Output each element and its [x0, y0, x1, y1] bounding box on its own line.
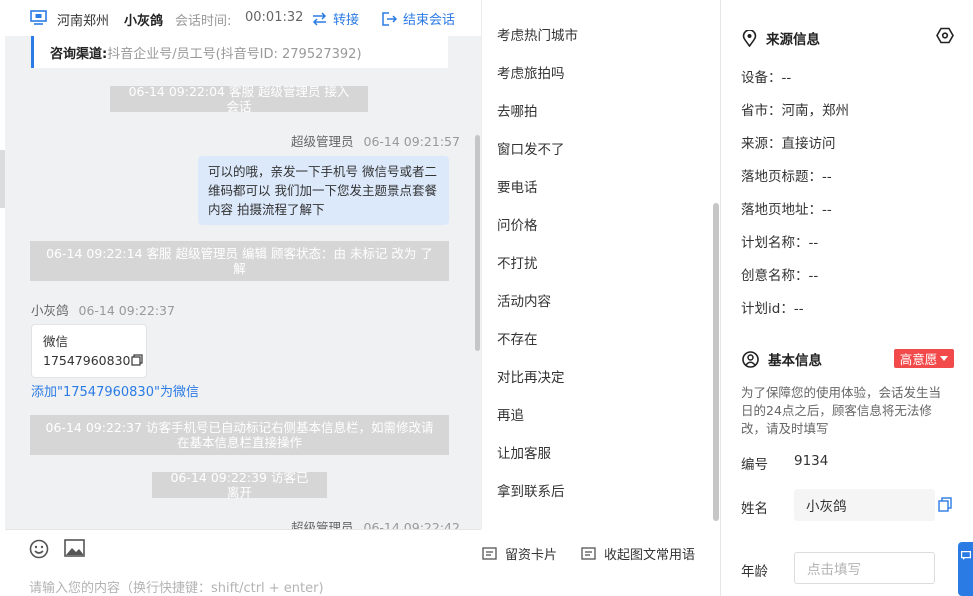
- intent-tag-label: 高意愿: [899, 352, 938, 367]
- agent-name: 超级管理员: [291, 520, 354, 529]
- source-origin: 来源：直接访问: [741, 136, 836, 152]
- basic-info-header: 基本信息: [742, 349, 822, 369]
- collapse-icon: [581, 547, 596, 560]
- phrase-item[interactable]: 考虑旅拍吗: [497, 62, 565, 82]
- image-icon[interactable]: [64, 539, 85, 561]
- edit-notice: 为了保障您的使用体验，会话发生当日的24点之后，顾客信息将无法修改，请及时填写: [741, 385, 942, 436]
- landing-page-url: 落地页地址：--: [741, 202, 832, 218]
- consult-channel-card: 咨询渠道: 抖音企业号/员工号(抖音号ID: 279527392): [31, 36, 448, 68]
- phrase-item[interactable]: 再追: [497, 404, 524, 424]
- phrase-item[interactable]: 窗口发不了: [497, 138, 565, 158]
- plan-name: 计划名称：--: [741, 235, 819, 251]
- phrase-item[interactable]: 要电话: [497, 176, 538, 196]
- name-field-value: 小灰鸽: [806, 499, 847, 515]
- transfer-icon: [312, 11, 327, 26]
- phrase-item[interactable]: 问价格: [497, 214, 538, 234]
- settings-hex-icon[interactable]: [936, 27, 954, 48]
- caret-down-icon: [940, 356, 949, 361]
- chat-scrollbar[interactable]: [475, 135, 480, 351]
- consult-channel-label: 咨询渠道:: [50, 46, 108, 62]
- wechat-card-title: 微信: [43, 334, 69, 349]
- id-label: 编号: [741, 457, 768, 473]
- collapse-phrases-label: 收起图文常用语: [604, 548, 696, 563]
- user-circle-icon: [742, 350, 759, 368]
- system-message: 06-14 09:22:04 客服 超级管理员 接入会话: [110, 84, 368, 114]
- phrase-item[interactable]: 考虑热门城市: [497, 24, 578, 44]
- system-message: 06-14 09:22:14 客服 超级管理员 编辑 顾客状态：由 未标记 改为…: [30, 241, 449, 281]
- add-wechat-link[interactable]: 添加"17547960830"为微信: [31, 381, 199, 400]
- landing-page-title: 落地页标题：--: [741, 169, 832, 185]
- agent-name: 超级管理员: [291, 134, 354, 149]
- floating-side-button[interactable]: [958, 542, 973, 596]
- chat-header: 河南郑州 小灰鸽 会话时间: 00:01:32 转接 结束会话: [5, 0, 481, 36]
- session-time-value: 00:01:32: [245, 10, 304, 25]
- plan-id: 计划id：--: [741, 301, 804, 317]
- agent-time: 06-14 09:21:57: [363, 134, 460, 149]
- session-time-label: 会话时间:: [175, 14, 232, 29]
- agent-meta: 超级管理员 06-14 09:21:57: [291, 131, 460, 150]
- message-icon: [961, 551, 971, 560]
- monitor-icon: [30, 10, 47, 25]
- source-info-header: 来源信息: [742, 28, 820, 48]
- source-province-city: 省市：河南，郑州: [741, 103, 849, 119]
- exit-icon: [382, 11, 397, 26]
- phrase-item[interactable]: 去哪拍: [497, 100, 538, 120]
- end-session-label: 结束会话: [403, 13, 456, 28]
- transfer-button[interactable]: 转接: [312, 9, 359, 28]
- card-icon: [482, 547, 497, 560]
- collapse-phrases-button[interactable]: 收起图文常用语: [581, 544, 695, 563]
- id-value: 9134: [794, 453, 829, 469]
- phrase-scrollbar[interactable]: [713, 203, 719, 521]
- visitor-meta: 小灰鸽 06-14 09:22:37: [31, 300, 175, 319]
- source-info-title: 来源信息: [766, 32, 820, 48]
- phrase-item[interactable]: 不打扰: [497, 252, 538, 272]
- agent-meta: 超级管理员 06-14 09:22:42: [291, 517, 460, 529]
- agent-time: 06-14 09:22:42: [363, 520, 460, 529]
- intent-tag-dropdown[interactable]: 高意愿: [894, 349, 954, 368]
- creative-name: 创意名称：--: [741, 268, 819, 284]
- system-message: 06-14 09:22:39 访客已离开: [152, 470, 327, 500]
- copy-icon[interactable]: [131, 352, 144, 366]
- age-label: 年龄: [741, 564, 768, 580]
- phrase-item[interactable]: 对比再决定: [497, 366, 565, 386]
- age-field-placeholder: 点击填写: [807, 562, 861, 578]
- transfer-label: 转接: [333, 13, 360, 28]
- save-card-button[interactable]: 留资卡片: [482, 544, 557, 563]
- end-session-button[interactable]: 结束会话: [382, 9, 455, 28]
- visitor-meta-name: 小灰鸽: [31, 303, 69, 318]
- location-pin-icon: [742, 29, 757, 47]
- age-field[interactable]: 点击填写: [794, 552, 935, 584]
- phrase-item[interactable]: 让加客服: [497, 442, 551, 462]
- phrase-item[interactable]: 活动内容: [497, 290, 551, 310]
- save-card-label: 留资卡片: [505, 548, 558, 563]
- visitor-name: 小灰鸽: [124, 14, 164, 29]
- consult-channel-value: 抖音企业号/员工号(抖音号ID: 279527392): [107, 46, 362, 62]
- emoji-icon[interactable]: [29, 539, 49, 563]
- name-label: 姓名: [741, 501, 768, 517]
- visitor-meta-time: 06-14 09:22:37: [78, 303, 175, 318]
- source-device: 设备：--: [741, 70, 792, 86]
- wechat-card-number: 17547960830: [43, 353, 131, 368]
- message-input-placeholder: 请输入您的内容（换行快捷键：shift/ctrl + enter): [29, 581, 324, 596]
- agent-message-bubble: 可以的哦，亲发一下手机号 微信号或者二维码都可以 我们加一下您发主题景点套餐内容…: [198, 156, 449, 225]
- name-field[interactable]: 小灰鸽: [794, 489, 935, 521]
- copy-name-icon[interactable]: [938, 497, 952, 516]
- basic-info-title: 基本信息: [768, 353, 822, 369]
- system-message: 06-14 09:22:37 访客手机号已自动标记右侧基本信息栏，如需修改请在基…: [30, 415, 449, 455]
- wechat-card: 微信 17547960830: [31, 324, 147, 378]
- visitor-location: 河南郑州: [57, 14, 110, 29]
- phrase-item[interactable]: 拿到联系后: [497, 480, 565, 500]
- phrase-item[interactable]: 不存在: [497, 328, 538, 348]
